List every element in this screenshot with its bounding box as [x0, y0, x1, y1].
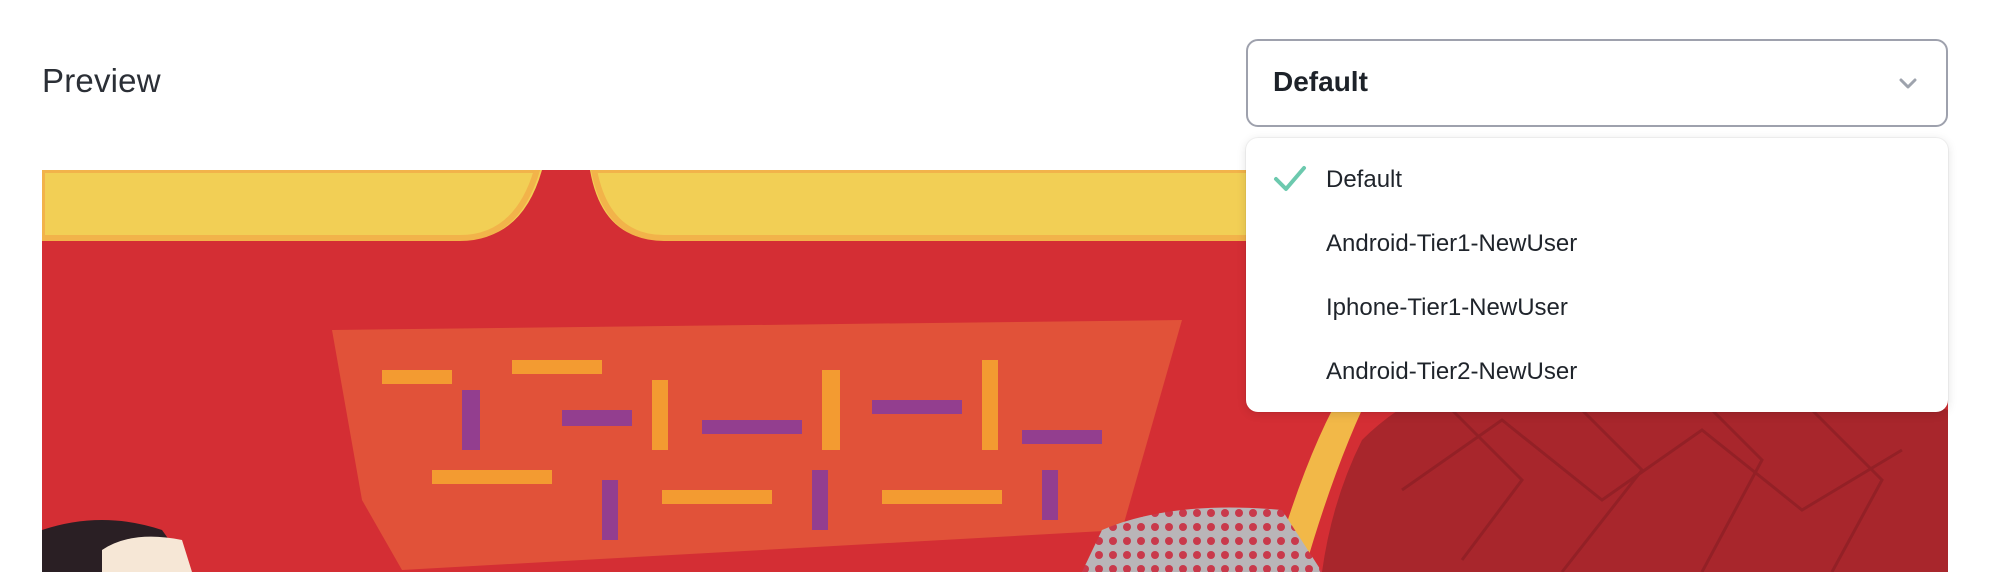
page: Preview Default Default Android-Tier1-Ne… — [0, 0, 2000, 572]
option-iphone-tier1-newuser[interactable]: Iphone-Tier1-NewUser — [1246, 276, 1948, 340]
variant-dropdown-menu: Default Android-Tier1-NewUser Iphone-Tie… — [1246, 138, 1948, 412]
check-icon — [1274, 166, 1306, 191]
option-label: Android-Tier1-NewUser — [1326, 230, 1578, 257]
option-label: Android-Tier2-NewUser — [1326, 358, 1578, 385]
option-label: Default — [1326, 166, 1403, 193]
preview-title: Preview — [42, 62, 161, 99]
select-value: Default — [1273, 66, 1368, 97]
chevron-down-icon — [1899, 78, 1917, 89]
option-label: Iphone-Tier1-NewUser — [1326, 294, 1568, 321]
variant-select[interactable]: Default — [1246, 39, 1948, 127]
option-default[interactable]: Default — [1246, 148, 1948, 212]
option-android-tier2-newuser[interactable]: Android-Tier2-NewUser — [1246, 340, 1948, 404]
option-android-tier1-newuser[interactable]: Android-Tier1-NewUser — [1246, 212, 1948, 276]
